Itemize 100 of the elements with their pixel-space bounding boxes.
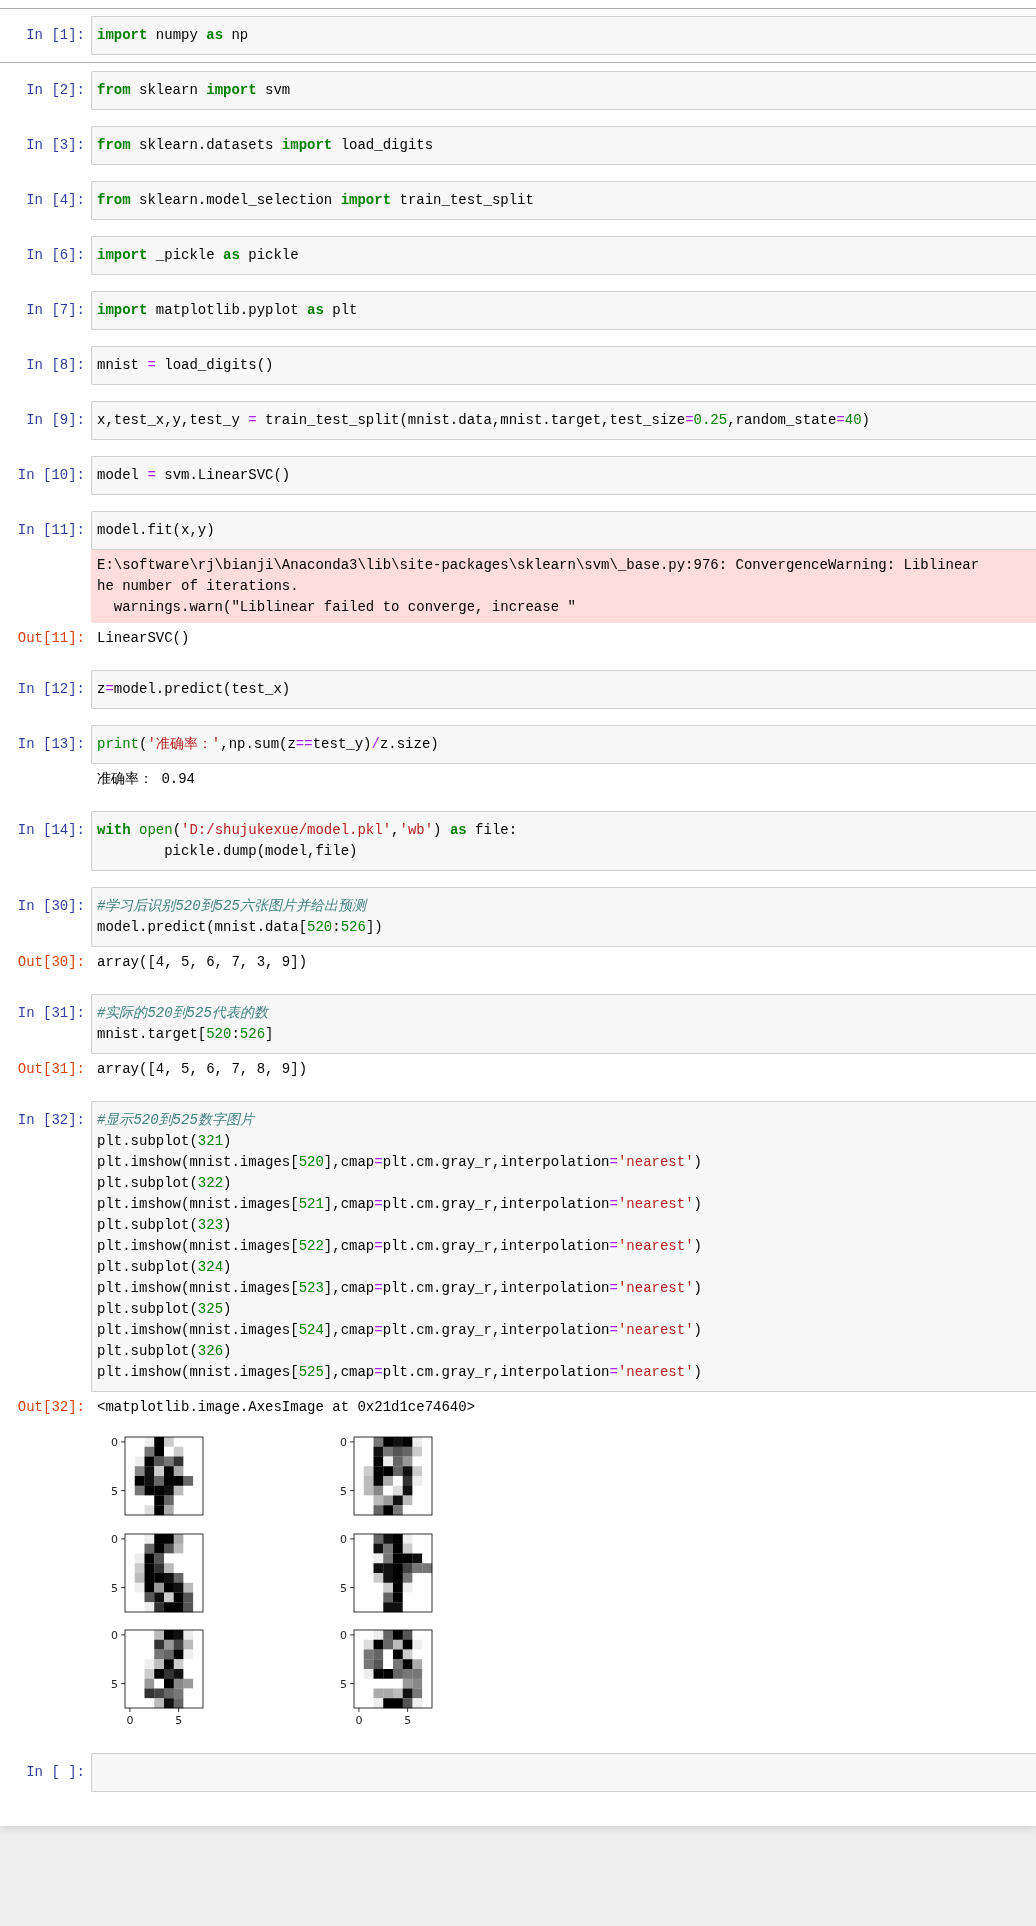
tick-label: 5 <box>340 1484 347 1498</box>
code-line: plt.imshow(mnist.images[520],cmap=plt.cm.gray_r,interpolation='nearest') <box>97 1153 703 1172</box>
code-input[interactable]: from sklearn.model_selection import train_test_split <box>91 181 1036 220</box>
input-prompt: In [9]: <box>26 411 86 430</box>
tick-mark <box>120 1441 126 1443</box>
notebook-cell[interactable]: In [4]: from sklearn.model_selection import train_test_split <box>0 173 1036 228</box>
code-input[interactable]: x,test_x,y,test_y = train_test_split(mnist.data,mnist.target,test_size=0.25,random_state=40) <box>91 401 1036 440</box>
notebook-cell[interactable]: In [8]: mnist = load_digits() <box>0 338 1036 393</box>
code-line: from sklearn import svm <box>97 81 292 100</box>
code-line: mnist.target[520:526] <box>97 1025 275 1044</box>
code-input[interactable]: from sklearn import svm <box>91 71 1036 110</box>
tick-mark <box>120 1538 126 1540</box>
input-prompt: In [31]: <box>17 1004 86 1023</box>
code-input[interactable]: mnist = load_digits() <box>91 346 1036 385</box>
tick-mark <box>178 1707 180 1713</box>
notebook-cell[interactable]: In [6]: import _pickle as pickle <box>0 228 1036 283</box>
output-prompt: Out[31]: <box>17 1060 86 1079</box>
tick-label: 5 <box>340 1581 347 1595</box>
code-line: model = svm.LinearSVC() <box>97 466 292 485</box>
code-line: mnist = load_digits() <box>97 356 275 375</box>
code-line: model.predict(mnist.data[520:526]) <box>97 918 384 937</box>
output-text: <matplotlib.image.AxesImage at 0x21d1ce74640> <box>96 1398 477 1417</box>
tick-mark <box>120 1490 126 1492</box>
code-line: z=model.predict(test_x) <box>97 680 292 699</box>
code-input[interactable]: print('准确率：',np.sum(z==test_y)/z.size) <box>91 725 1036 764</box>
code-line: #实际的520到525代表的数 <box>97 1004 270 1023</box>
tick-label: 0 <box>111 1532 118 1546</box>
code-line: pickle.dump(model,file) <box>163 842 359 861</box>
input-prompt: In [12]: <box>17 680 86 699</box>
code-input[interactable]: import numpy as np <box>91 16 1036 55</box>
code-line: plt.subplot(324) <box>97 1258 233 1277</box>
code-line: plt.imshow(mnist.images[521],cmap=plt.cm.gray_r,interpolation='nearest') <box>97 1195 703 1214</box>
code-line: plt.imshow(mnist.images[522],cmap=plt.cm.gray_r,interpolation='nearest') <box>97 1237 703 1256</box>
notebook-cell[interactable]: In [30]: #学习后识别520到525六张图片并给出预测 model.predict(mnist.data[520:526]) Out[30]: array([4, 5, 6, 7, 3, 9]) <box>0 879 1036 986</box>
code-line: import numpy as np <box>97 26 250 45</box>
tick-mark <box>120 1587 126 1589</box>
input-prompt: In [8]: <box>26 356 86 375</box>
tick-label: 5 <box>111 1484 118 1498</box>
output-prompt: Out[30]: <box>17 953 86 972</box>
notebook-cell[interactable]: In [13]: print('准确率：',np.sum(z==test_y)/z.size) 准确率： 0.94 <box>0 717 1036 803</box>
tick-label: 0 <box>111 1628 118 1642</box>
output-prompt: Out[11]: <box>17 629 86 648</box>
code-line: print('准确率：',np.sum(z==test_y)/z.size) <box>97 735 440 754</box>
input-prompt: In [1]: <box>26 26 86 45</box>
tick-label: 5 <box>111 1677 118 1691</box>
notebook-cell[interactable]: In [1]: import numpy as np <box>0 8 1036 63</box>
input-prompt: In [6]: <box>26 246 86 265</box>
output-text: 准确率： 0.94 <box>96 770 196 789</box>
tick-mark <box>349 1490 355 1492</box>
code-input[interactable]: #学习后识别520到525六张图片并给出预测 model.predict(mnist.data[520:526]) <box>91 887 1036 947</box>
code-line: from sklearn.datasets import load_digits <box>97 136 435 155</box>
tick-label: 5 <box>111 1581 118 1595</box>
code-input[interactable]: model = svm.LinearSVC() <box>91 456 1036 495</box>
notebook-cell[interactable]: In [12]: z=model.predict(test_x) <box>0 662 1036 717</box>
code-line: with open('D:/shujukexue/model.pkl','wb') as file: <box>97 821 519 840</box>
code-line: plt.imshow(mnist.images[524],cmap=plt.cm.gray_r,interpolation='nearest') <box>97 1321 703 1340</box>
code-input[interactable]: import matplotlib.pyplot as plt <box>91 291 1036 330</box>
tick-label: 0 <box>340 1628 347 1642</box>
code-input[interactable]: #实际的520到525代表的数 mnist.target[520:526] <box>91 994 1036 1054</box>
input-prompt: In [13]: <box>17 735 86 754</box>
input-prompt: In [2]: <box>26 81 86 100</box>
input-prompt: In [32]: <box>17 1111 86 1130</box>
tick-mark <box>349 1538 355 1540</box>
notebook-cell[interactable]: In [7]: import matplotlib.pyplot as plt <box>0 283 1036 338</box>
input-prompt: In [4]: <box>26 191 86 210</box>
tick-mark <box>349 1634 355 1636</box>
code-line: model.fit(x,y) <box>97 521 216 540</box>
code-line: #学习后识别520到525六张图片并给出预测 <box>97 897 369 916</box>
tick-mark <box>120 1683 126 1685</box>
notebook-cell[interactable]: In [3]: from sklearn.datasets import load_digits <box>0 118 1036 173</box>
notebook-cell[interactable]: In [31]: #实际的520到525代表的数 mnist.target[520:526] Out[31]: array([4, 5, 6, 7, 8, 9]) <box>0 986 1036 1093</box>
code-input[interactable]: import _pickle as pickle <box>91 236 1036 275</box>
code-input[interactable] <box>91 1101 1036 1392</box>
notebook-cell[interactable]: In [9]: x,test_x,y,test_y = train_test_split(mnist.data,mnist.target,test_size=0.25,random_state=40) <box>0 393 1036 448</box>
input-prompt: In [30]: <box>17 897 86 916</box>
error-line: warnings.warn("Liblinear failed to converge, increase " <box>112 598 577 617</box>
tick-mark <box>120 1634 126 1636</box>
code-input[interactable] <box>91 1753 1036 1792</box>
code-input[interactable]: z=model.predict(test_x) <box>91 670 1036 709</box>
code-input[interactable]: with open('D:/shujukexue/model.pkl','wb') as file: pickle.dump(model,file) <box>91 811 1036 871</box>
tick-label: 0 <box>126 1714 134 1727</box>
notebook-cell[interactable]: In [10]: model = svm.LinearSVC() <box>0 448 1036 503</box>
input-prompt: In [14]: <box>17 821 86 840</box>
output-text: array([4, 5, 6, 7, 8, 9]) <box>96 1060 309 1079</box>
code-input[interactable]: model.fit(x,y) <box>91 511 1036 550</box>
code-input[interactable]: from sklearn.datasets import load_digits <box>91 126 1036 165</box>
notebook-cell[interactable]: In [2]: from sklearn import svm <box>0 63 1036 118</box>
code-line: plt.subplot(322) <box>97 1174 233 1193</box>
notebook-cell[interactable]: In [ ]: <box>0 1745 1036 1800</box>
code-line: from sklearn.model_selection import train_test_split <box>97 191 535 210</box>
output-text: LinearSVC() <box>96 629 191 648</box>
input-prompt: In [10]: <box>17 466 86 485</box>
tick-label: 0 <box>340 1532 347 1546</box>
code-line: #显示520到525数字图片 <box>97 1111 257 1130</box>
tick-mark <box>349 1587 355 1589</box>
input-prompt: In [11]: <box>17 521 86 540</box>
tick-label: 5 <box>404 1714 412 1727</box>
tick-mark <box>349 1441 355 1443</box>
code-line: plt.subplot(325) <box>97 1300 233 1319</box>
notebook-cell[interactable]: In [14]: with open('D:/shujukexue/model.pkl','wb') as file: pickle.dump(model,file) <box>0 803 1036 879</box>
